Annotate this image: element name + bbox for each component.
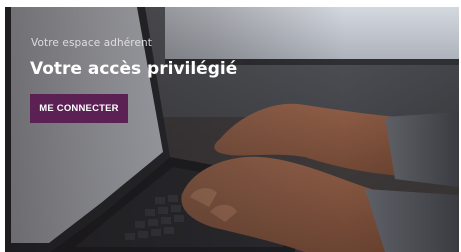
- login-button[interactable]: ME CONNECTER: [30, 94, 128, 123]
- section-kicker: Votre espace adhérent: [31, 37, 153, 49]
- hero-banner: Votre espace adhérent Votre accès privil…: [5, 7, 459, 252]
- banner-title: Votre accès privilégié: [30, 59, 238, 79]
